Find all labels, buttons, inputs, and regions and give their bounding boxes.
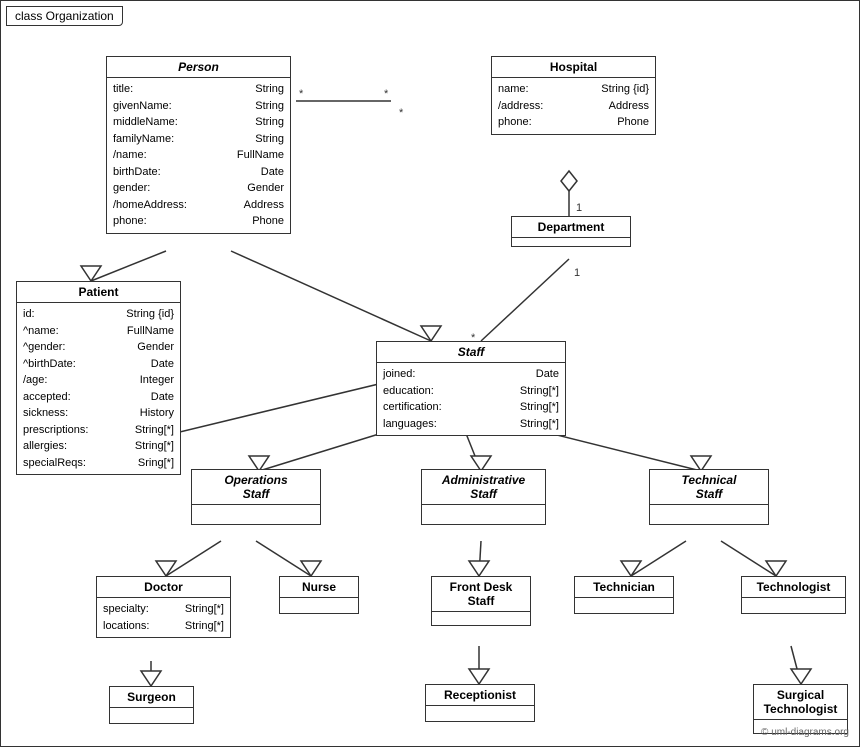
class-surgeon-title: Surgeon	[110, 687, 193, 708]
class-administrative-staff: AdministrativeStaff	[421, 469, 546, 525]
class-nurse-title: Nurse	[280, 577, 358, 598]
svg-text:*: *	[299, 88, 304, 100]
class-technologist: Technologist	[741, 576, 846, 614]
class-department-title: Department	[512, 217, 630, 238]
class-person-attrs: title:String givenName:String middleName…	[107, 78, 290, 233]
class-administrative-staff-title: AdministrativeStaff	[422, 470, 545, 505]
class-technician-title: Technician	[575, 577, 673, 598]
class-receptionist: Receptionist	[425, 684, 535, 722]
class-hospital: Hospital name:String {id} /address:Addre…	[491, 56, 656, 135]
svg-text:*: *	[384, 88, 389, 100]
class-operations-staff-title: OperationsStaff	[192, 470, 320, 505]
class-technician: Technician	[574, 576, 674, 614]
class-hospital-attrs: name:String {id} /address:Address phone:…	[492, 78, 655, 134]
class-patient: Patient id:String {id} ^name:FullName ^g…	[16, 281, 181, 475]
class-technologist-title: Technologist	[742, 577, 845, 598]
class-doctor-title: Doctor	[97, 577, 230, 598]
class-technical-staff: TechnicalStaff	[649, 469, 769, 525]
class-patient-attrs: id:String {id} ^name:FullName ^gender:Ge…	[17, 303, 180, 474]
diagram-container: class Organization	[0, 0, 860, 747]
class-doctor-attrs: specialty:String[*] locations:String[*]	[97, 598, 230, 637]
class-doctor: Doctor specialty:String[*] locations:Str…	[96, 576, 231, 638]
class-hospital-title: Hospital	[492, 57, 655, 78]
class-staff-attrs: joined:Date education:String[*] certific…	[377, 363, 565, 435]
class-person-title: Person	[107, 57, 290, 78]
svg-text:1: 1	[576, 202, 582, 214]
class-person: Person title:String givenName:String mid…	[106, 56, 291, 234]
class-staff: Staff joined:Date education:String[*] ce…	[376, 341, 566, 436]
copyright-text: © uml-diagrams.org	[761, 727, 849, 738]
class-nurse: Nurse	[279, 576, 359, 614]
class-department: Department	[511, 216, 631, 247]
class-technical-staff-title: TechnicalStaff	[650, 470, 768, 505]
class-front-desk-staff-title: Front DeskStaff	[432, 577, 530, 612]
class-operations-staff: OperationsStaff	[191, 469, 321, 525]
class-staff-title: Staff	[377, 342, 565, 363]
class-patient-title: Patient	[17, 282, 180, 303]
diagram-label: class Organization	[6, 6, 123, 26]
svg-text:1: 1	[574, 267, 580, 279]
svg-text:*: *	[399, 107, 404, 119]
class-receptionist-title: Receptionist	[426, 685, 534, 706]
class-front-desk-staff: Front DeskStaff	[431, 576, 531, 626]
class-surgical-technologist-title: SurgicalTechnologist	[754, 685, 847, 720]
class-department-attrs	[512, 238, 630, 246]
class-surgeon: Surgeon	[109, 686, 194, 724]
